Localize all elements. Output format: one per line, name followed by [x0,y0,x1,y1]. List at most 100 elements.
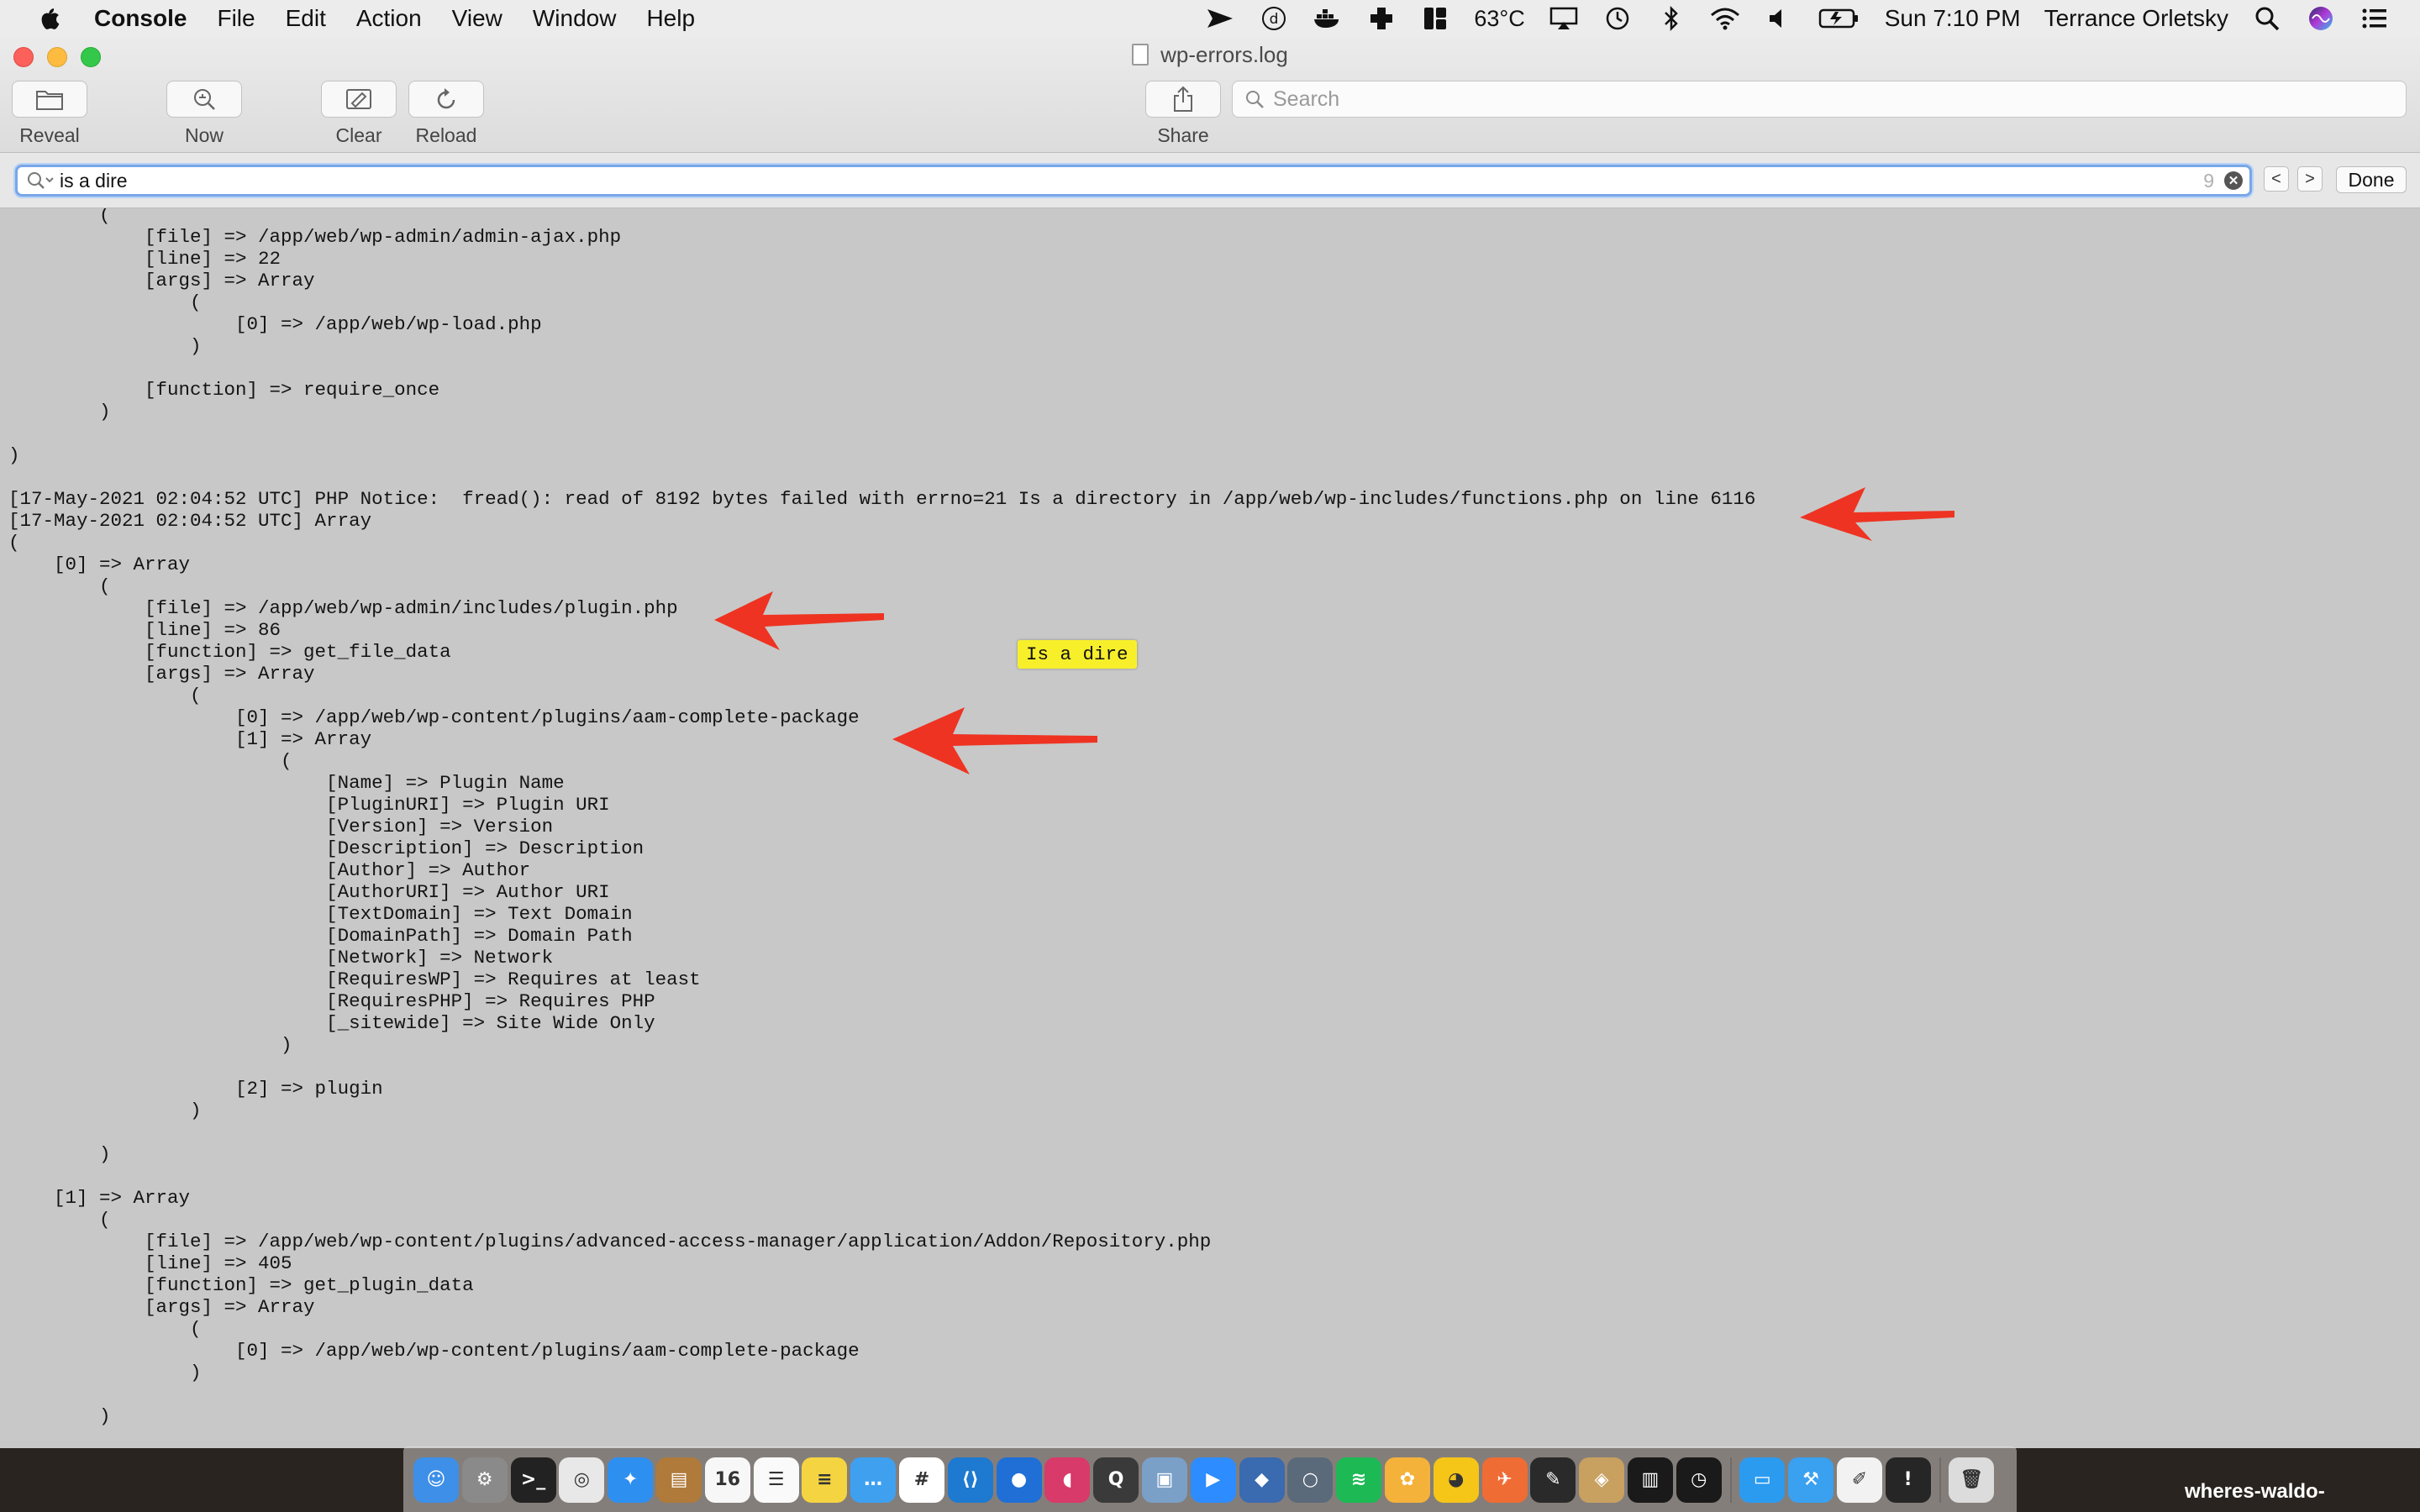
textedit-icon[interactable]: ✐ [1836,1457,1882,1503]
find-next-button[interactable]: > [2297,166,2323,192]
menu-action[interactable]: Action [356,5,422,32]
system-preferences-icon[interactable]: ⚙ [461,1457,508,1503]
clear-label: Clear [335,124,382,146]
log-line: ( [8,1209,111,1231]
desktop-file-label[interactable]: wheres-waldo- [2185,1480,2325,1504]
maps-pin-icon[interactable]: ● [996,1457,1042,1503]
slack-icon[interactable]: # [898,1457,944,1503]
lips-app-icon[interactable]: ◖ [1044,1457,1091,1503]
log-line: [function] => get_plugin_data [8,1274,474,1296]
virtualbox-icon[interactable]: ◆ [1239,1457,1285,1503]
activity-gauge-icon[interactable]: ◷ [1676,1457,1722,1503]
share-icon [1174,86,1192,112]
circle-app-icon[interactable]: ○ [1287,1457,1334,1503]
find-query: is a dire [60,169,128,192]
siri-icon[interactable] [2306,3,2336,34]
log-line: [_sitewide] => Site Wide Only [8,1012,655,1034]
find-previous-button[interactable]: < [2264,166,2289,192]
wifi-icon[interactable] [1710,3,1740,34]
console-window: wp-errors.log Reveal Now Clear Reload Sh… [0,37,2420,1448]
menu-file[interactable]: File [217,5,255,32]
piano-app-icon[interactable]: ▥ [1627,1457,1673,1503]
notes-icon[interactable]: ≡ [802,1457,848,1503]
terminal-icon[interactable]: >_ [510,1457,556,1503]
log-line: ( [8,291,202,313]
columns-icon[interactable] [1420,3,1450,34]
now-button[interactable] [166,81,242,118]
airplay-icon[interactable] [1549,3,1579,34]
apple-logo-icon[interactable] [34,3,64,34]
search-input[interactable]: Search [1232,81,2407,118]
plus-cross-icon[interactable] [1366,3,1397,34]
postman-icon[interactable]: ✈ [1481,1457,1528,1503]
log-line: [PluginURI] => Plugin URI [8,794,610,816]
notefile-icon[interactable]: ▤ [655,1457,702,1503]
clear-group: Clear [321,81,397,147]
red-arrow-annotation [892,707,1097,774]
safari-icon[interactable]: ✦ [608,1457,654,1503]
now-magnifier-icon [194,89,215,110]
calendar-icon[interactable]: 16 [704,1457,750,1503]
status-area: d 63°C Sun 7:10 PM Terrance Orletsky [1205,0,2390,37]
notification-list-icon[interactable] [2360,3,2390,34]
paper-plane-icon[interactable] [1205,3,1235,34]
quicktime-icon[interactable]: Q [1093,1457,1139,1503]
spotlight-icon[interactable] [2252,3,2282,34]
spotify-icon[interactable]: ≋ [1336,1457,1382,1503]
reload-button[interactable] [408,81,484,118]
time-machine-icon[interactable] [1602,3,1633,34]
search-match-highlight: Is a dire [1018,640,1137,669]
battery-icon[interactable] [1818,3,1861,34]
bottle-app-icon[interactable]: ◈ [1579,1457,1625,1503]
menu-edit[interactable]: Edit [286,5,326,32]
find-done-button[interactable]: Done [2336,166,2407,193]
image-viewer-icon[interactable]: ▣ [1141,1457,1187,1503]
log-line: [2] => plugin [8,1078,383,1100]
vscode-icon[interactable]: ⟨⟩ [947,1457,993,1503]
messages-icon[interactable]: … [850,1457,897,1503]
find-input[interactable]: is a dire 9 ✕ [15,165,2252,197]
trash-icon[interactable]: 🗑 [1949,1457,1995,1503]
cyberduck-icon[interactable]: ◕ [1433,1457,1479,1503]
reveal-button[interactable] [12,81,87,118]
reminders-icon[interactable]: ☰ [753,1457,799,1503]
log-line: [RequiresPHP] => Requires PHP [8,990,655,1012]
bluetooth-icon[interactable] [1656,3,1686,34]
xcode-icon[interactable]: ⚒ [1788,1457,1834,1503]
volume-icon[interactable] [1764,3,1794,34]
log-line: [args] => Array [8,1296,315,1318]
user-name[interactable]: Terrance Orletsky [2044,5,2228,32]
chrome-icon[interactable]: ◎ [559,1457,605,1503]
log-line: ( [8,685,202,706]
find-match-count: 9 [2203,169,2214,192]
zoom-icon[interactable]: ▶ [1190,1457,1236,1503]
clear-find-icon[interactable]: ✕ [2224,171,2243,190]
menu-window[interactable]: Window [533,5,617,32]
menu-app-console[interactable]: Console [94,5,187,32]
finder-icon[interactable]: ☺ [413,1457,459,1503]
menu-view[interactable]: View [452,5,502,32]
clear-button[interactable] [321,81,397,118]
dock-separator [1729,1457,1732,1503]
share-button[interactable] [1145,81,1221,118]
temperature-readout[interactable]: 63°C [1474,6,1524,32]
clock[interactable]: Sun 7:10 PM [1885,5,2021,32]
sequel-icon[interactable]: ✿ [1384,1457,1430,1503]
menu-help[interactable]: Help [646,5,695,32]
log-line: [Version] => Version [8,816,554,837]
reload-label: Reload [415,124,477,146]
docker-dock-icon[interactable]: ▭ [1739,1457,1786,1503]
pen-app-icon[interactable]: ✎ [1530,1457,1576,1503]
log-line: [0] => /app/web/wp-load.php [8,313,542,335]
find-magnifier-icon[interactable] [26,171,55,191]
docker-icon[interactable] [1313,3,1343,34]
clear-icon [346,89,371,109]
console-icon[interactable]: ! [1885,1457,1931,1503]
log-line: [args] => Array [8,663,315,685]
log-view[interactable]: ( [file] => /app/web/wp-admin/admin-ajax… [0,208,2420,1448]
find-bar: is a dire 9 ✕ < > Done [0,153,2420,208]
log-line: [Author] => Author [8,859,531,881]
dash-d-icon[interactable]: d [1259,3,1289,34]
